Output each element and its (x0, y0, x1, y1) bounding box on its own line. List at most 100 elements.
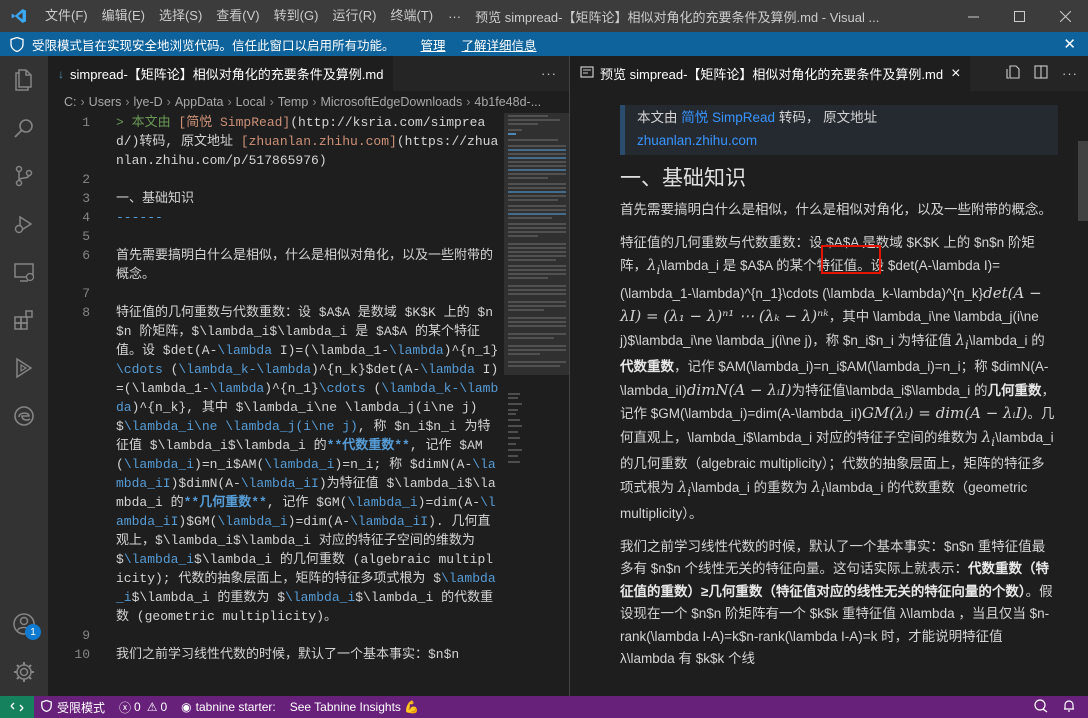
source-control-icon[interactable] (0, 152, 48, 200)
line-number: 5 (82, 229, 90, 244)
breadcrumb-item[interactable]: Temp (278, 95, 309, 109)
code-line[interactable]: 10 我们之前学习线性代数的时候，默认了一个基本事实：$n$n (48, 645, 506, 664)
breadcrumb-item[interactable]: C: (64, 95, 77, 109)
restricted-mode-status[interactable]: 受限模式 (34, 699, 112, 716)
code-token: )$GM( (178, 514, 218, 529)
editor-tab-bar: ↓ simpread-【矩阵论】相似对角化的充要条件及算例.md ··· (48, 56, 569, 91)
code-line[interactable]: 2 (48, 170, 506, 189)
search-icon[interactable] (0, 104, 48, 152)
status-bar: 受限模式 ⓧ 0 ⚠ 0 ◉ tabnine starter: See Tabn… (0, 696, 1088, 718)
breadcrumb-item[interactable]: Users (89, 95, 122, 109)
line-content: 我们之前学习线性代数的时候，默认了一个基本事实：$n$n (90, 645, 500, 664)
breadcrumb-item[interactable]: AppData (175, 95, 224, 109)
test-flask-icon[interactable] (0, 344, 48, 392)
code-token: > 本文由 (116, 115, 179, 130)
editor-more-actions-button[interactable]: ··· (541, 56, 557, 91)
restricted-mode-banner: 受限模式旨在实现安全地浏览代码。信任此窗口以启用所有功能。 管理 了解详细信息 … (0, 32, 1088, 56)
tabnine-icon: ◉ (181, 700, 192, 714)
maximize-icon[interactable] (996, 0, 1042, 32)
close-window-icon[interactable] (1042, 0, 1088, 32)
markdown-preview-pane: 预览 simpread-【矩阵论】相似对角化的充要条件及算例.md × ··· … (570, 56, 1088, 696)
code-line[interactable]: 1 > 本文由 [简悦 SimpRead](http://ksria.com/si… (48, 113, 506, 170)
feedback-icon[interactable] (1034, 698, 1048, 716)
menu-run[interactable]: 运行(R) (325, 0, 383, 32)
code-line[interactable]: 4 ------ (48, 208, 506, 227)
line-content: ------ (90, 208, 500, 227)
markdown-editor-pane: ↓ simpread-【矩阵论】相似对角化的充要条件及算例.md ··· C: ›… (48, 56, 569, 696)
accounts-icon[interactable]: 1 (0, 600, 48, 648)
markdown-preview[interactable]: 本文由 简悦 SimpRead 转码， 原文地址 zhuanlan.zhihu.… (570, 91, 1078, 696)
code-token: )=dim(A- (287, 514, 351, 529)
explorer-icon[interactable] (0, 56, 48, 104)
breadcrumb-item[interactable]: MicrosoftEdgeDownloads (320, 95, 462, 109)
tabnine-status[interactable]: ◉ tabnine starter: (174, 700, 283, 714)
code-line[interactable]: 5 (48, 227, 506, 246)
breadcrumb-item[interactable]: Local (236, 95, 266, 109)
chevron-right-icon: › (269, 95, 274, 109)
source-link[interactable]: zhuanlan.zhihu.com (637, 133, 757, 148)
menu-more-button[interactable]: ··· (440, 9, 469, 24)
menu-terminal[interactable]: 终端(T) (383, 0, 440, 32)
code-line[interactable]: 9 (48, 626, 506, 645)
menu-view[interactable]: 查看(V) (209, 0, 266, 32)
close-icon[interactable]: ✕ (1063, 35, 1076, 53)
code-token: [简悦 SimpRead] (178, 115, 291, 130)
learn-more-link[interactable]: 了解详细信息 (462, 35, 537, 54)
preview-tab-bar: 预览 simpread-【矩阵论】相似对角化的充要条件及算例.md × ··· (570, 56, 1088, 91)
code-token: )^{n_1} (443, 343, 499, 358)
chevron-right-icon: › (312, 95, 317, 109)
minimize-icon[interactable] (950, 0, 996, 32)
simpread-link[interactable]: 简悦 SimpRead (681, 110, 775, 125)
remote-indicator-icon[interactable] (0, 696, 34, 718)
notifications-bell-icon[interactable] (1062, 699, 1076, 716)
code-token: , 记作 $GM( (266, 495, 348, 510)
code-line[interactable]: 7 (48, 284, 506, 303)
remote-explorer-icon[interactable] (0, 248, 48, 296)
math-lambda-i: λi (955, 330, 969, 352)
minimap[interactable] (504, 113, 569, 696)
scrollbar-thumb[interactable] (1078, 141, 1088, 221)
code-line[interactable]: 3 一、基础知识 (48, 189, 506, 208)
breadcrumb-item[interactable]: lye-D (134, 95, 163, 109)
breadcrumb-item[interactable]: 4b1fe48d-... (474, 95, 541, 109)
paragraph: 首先需要搞明白什么是相似，什么是相似对角化，以及一些附带的概念。 (620, 202, 1052, 217)
title-bar: 文件(F) 编辑(E) 选择(S) 查看(V) 转到(G) 运行(R) 终端(T… (0, 0, 1088, 32)
chevron-right-icon: › (166, 95, 171, 109)
tab-preview[interactable]: 预览 simpread-【矩阵论】相似对角化的充要条件及算例.md × (570, 56, 971, 91)
code-line[interactable]: 8 特征值的几何重数与代数重数：设 $A$A 是数域 $K$K 上的 $n$n 阶… (48, 303, 506, 626)
manage-link[interactable]: 管理 (421, 35, 446, 54)
menu-file[interactable]: 文件(F) (38, 0, 95, 32)
preview-scrollbar[interactable] (1078, 91, 1088, 696)
code-token: \lambda (217, 343, 273, 358)
code-token: \cdots (318, 381, 366, 396)
code-token: \lambda_i (347, 495, 418, 510)
line-number: 10 (74, 647, 90, 662)
split-editor-icon[interactable] (1034, 65, 1048, 82)
math-symbol: λ (647, 256, 657, 274)
math-lambda: λi (647, 256, 661, 277)
tabnine-insights-link[interactable]: See Tabnine Insights 💪 (283, 700, 426, 714)
accounts-badge: 1 (25, 624, 41, 640)
extensions-icon[interactable] (0, 296, 48, 344)
open-source-icon[interactable] (1006, 65, 1020, 82)
line-content: 首先需要搞明白什么是相似，什么是相似对角化，以及一些附带的概念。 (90, 246, 500, 284)
problems-status[interactable]: ⓧ 0 ⚠ 0 (112, 699, 174, 716)
activity-bar: 1 (0, 56, 48, 696)
menu-go[interactable]: 转到(G) (267, 0, 326, 32)
menu-selection[interactable]: 选择(S) (152, 0, 209, 32)
code-token: 我们之前学习线性代数的时候，默认了一个基本事实：$n$n (116, 647, 460, 662)
error-count: 0 (134, 700, 141, 714)
code-editor[interactable]: 1 > 本文由 [简悦 SimpRead](http://ksria.com/si… (48, 113, 506, 696)
more-actions-icon[interactable]: ··· (1062, 66, 1078, 81)
tab-markdown-source[interactable]: ↓ simpread-【矩阵论】相似对角化的充要条件及算例.md (48, 56, 394, 91)
menu-edit[interactable]: 编辑(E) (95, 0, 152, 32)
code-token: \lambda_i (123, 457, 195, 472)
settings-gear-icon[interactable] (0, 648, 48, 696)
edge-browser-icon[interactable] (0, 392, 48, 440)
line-number: 6 (82, 248, 90, 263)
run-debug-icon[interactable] (0, 200, 48, 248)
math-lambda-i: λi (677, 477, 692, 499)
code-line[interactable]: 6 首先需要搞明白什么是相似，什么是相似对角化，以及一些附带的概念。 (48, 246, 506, 284)
close-tab-button[interactable]: × (951, 65, 960, 83)
math-lambda-i: λi (981, 427, 996, 449)
